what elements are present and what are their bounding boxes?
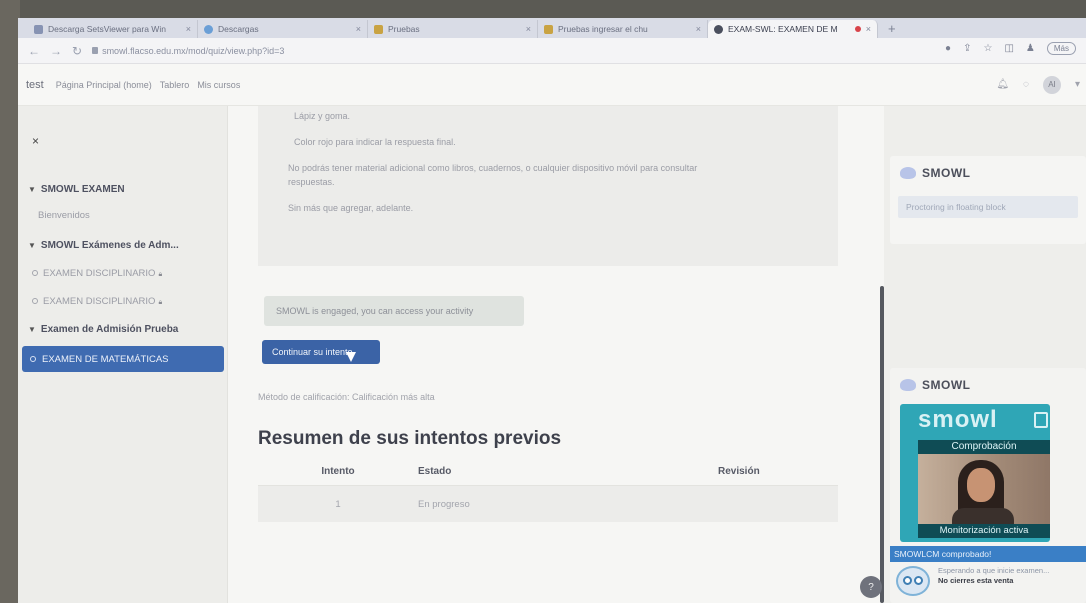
continue-attempt-button[interactable]: Continuar su intento <box>262 340 380 364</box>
nav-link-my-courses[interactable]: Mis cursos <box>197 80 240 90</box>
right-blocks: SMOWL Proctoring in floating block SMOWL… <box>884 106 1086 603</box>
recording-dot-icon <box>854 26 861 32</box>
circle-icon <box>32 298 38 304</box>
smowl-engaged-notice: SMOWL is engaged, you can access your ac… <box>264 296 524 326</box>
intro-line: respuestas. <box>288 177 335 187</box>
drawer-item-matematicas[interactable]: EXAMEN DE MATEMÁTICAS <box>22 346 224 372</box>
smowl-proctoring-block: SMOWL smowl Comprobación Monitorización … <box>890 368 1086 603</box>
lock-icon: 🔒︎ <box>158 299 163 306</box>
drawer-item-disciplinario-1[interactable]: EXAMEN DISCIPLINARIO 🔒︎ <box>32 268 162 279</box>
mouse-cursor-icon <box>346 352 356 362</box>
intro-line: Lápiz y goma. <box>294 111 351 121</box>
lock-icon: 🔒︎ <box>158 271 163 278</box>
main-content: Lápiz y goma. Color rojo para indicar la… <box>228 106 884 603</box>
profile-icon[interactable]: ♟ <box>1026 43 1035 54</box>
flacso-icon <box>374 24 383 34</box>
intro-line: Color rojo para indicar la respuesta fin… <box>294 137 456 147</box>
table-header: Intento Estado Revisión <box>258 458 838 486</box>
tab-strip: Descarga SetsViewer para Win × Descargas… <box>18 18 1086 38</box>
avatar[interactable]: AI <box>1042 75 1061 94</box>
flacso-icon <box>544 24 553 34</box>
smowl-block: SMOWL Proctoring in floating block <box>890 156 1086 244</box>
section-examen-admision[interactable]: ▼ Examen de Admisión Prueba <box>28 324 178 335</box>
smowl-icon <box>714 24 723 34</box>
chevron-down-icon: ▼ <box>28 241 36 250</box>
grading-method: Método de calificación: Calificación más… <box>258 392 435 402</box>
forward-icon[interactable]: → <box>50 44 62 58</box>
column-header: Intento <box>321 466 355 477</box>
check-label: Comprobación <box>918 440 1050 454</box>
smowl-owl-icon <box>900 167 916 179</box>
course-index-drawer: × ▼ SMOWL EXAMEN Bienvenidos ▼ SMOWL Exáme… <box>18 106 228 603</box>
browser-window: Descarga SetsViewer para Win × Descargas… <box>18 18 1086 603</box>
share-icon[interactable]: ⇪ <box>963 43 971 54</box>
owl-icon <box>896 566 930 596</box>
navbar-right: 🔔︎ ◌ AI ▾ <box>996 75 1080 94</box>
download-icon <box>204 24 213 34</box>
circle-icon <box>32 270 38 276</box>
site-navbar: test Página Principal (home) Tablero Mis… <box>18 64 1086 106</box>
chevron-down-icon: ▼ <box>28 185 36 194</box>
monitoring-label: Monitorización activa <box>918 524 1050 538</box>
chevron-down-icon[interactable]: ▾ <box>1075 79 1080 90</box>
summary-heading: Resumen de sus intentos previos <box>258 428 562 449</box>
table-row: 1 En progreso <box>258 486 838 522</box>
lock-icon <box>92 47 99 54</box>
address-bar: ← → ↻ smowl.flacso.edu.mx/mod/quiz/view.… <box>18 38 1086 64</box>
site-brand[interactable]: test <box>26 79 44 91</box>
browser-actions: ● ⇪ ☆ ◫ ♟ Más <box>945 42 1076 55</box>
close-icon[interactable]: × <box>186 24 191 34</box>
section-smowl-examenes[interactable]: ▼ SMOWL Exámenes de Adm... <box>28 240 179 251</box>
chat-icon[interactable]: ◌ <box>1023 79 1029 90</box>
section-smowl-examen[interactable]: ▼ SMOWL EXAMEN <box>28 184 125 195</box>
help-button[interactable]: ? <box>860 576 882 598</box>
column-header: Estado <box>418 466 452 477</box>
drawer-item-disciplinario-2[interactable]: EXAMEN DISCIPLINARIO 🔒︎ <box>32 296 162 307</box>
close-drawer-button[interactable]: × <box>32 134 39 148</box>
proctoring-status: Proctoring in floating block <box>898 196 1078 218</box>
photo-frame-top <box>0 0 1086 20</box>
bell-icon[interactable]: 🔔︎ <box>996 79 1009 90</box>
intro-line: No podrás tener material adicional como … <box>288 163 698 173</box>
circle-icon <box>30 356 36 362</box>
quiz-intro: Lápiz y goma. Color rojo para indicar la… <box>258 106 838 266</box>
table-cell: 1 <box>335 498 341 510</box>
column-header: Revisión <box>718 466 760 477</box>
tab-setsviewer[interactable]: Descarga SetsViewer para Win × <box>28 20 198 38</box>
smowl-wordmark: smowl <box>918 406 998 433</box>
block-title: SMOWL <box>922 378 971 392</box>
photo-frame-left <box>0 0 20 603</box>
camera-icon[interactable]: ● <box>945 43 951 54</box>
download-page-icon <box>34 24 43 34</box>
back-icon[interactable]: ← <box>28 44 40 58</box>
block-title: SMOWL <box>922 166 971 180</box>
waiting-message: Esperando a que inicie examen... No cier… <box>896 566 1086 602</box>
drawer-item-bienvenidos[interactable]: Bienvenidos <box>38 210 90 221</box>
close-icon[interactable]: × <box>696 24 701 34</box>
tab-exam-active[interactable]: EXAM-SWL: EXAMEN DE M × <box>708 20 878 38</box>
tab-pruebas-ingresar[interactable]: Pruebas ingresar el chu × <box>538 20 708 38</box>
nav-link-home[interactable]: Página Principal (home) <box>56 80 152 90</box>
close-icon[interactable]: × <box>526 24 531 34</box>
smowl-owl-icon <box>900 379 916 391</box>
nav-link-dashboard[interactable]: Tablero <box>160 80 190 90</box>
new-tab-button[interactable]: + <box>878 20 906 38</box>
webcam-widget: smowl Comprobación Monitorización activa <box>900 404 1050 542</box>
lcm-status-bar: SMOWLCM comprobado! <box>890 546 1086 562</box>
table-cell: En progreso <box>418 498 470 510</box>
tab-pruebas[interactable]: Pruebas × <box>368 20 538 38</box>
attempts-table: Intento Estado Revisión 1 En progreso <box>258 458 838 522</box>
url-field[interactable]: smowl.flacso.edu.mx/mod/quiz/view.php?id… <box>92 46 284 56</box>
chevron-down-icon: ▼ <box>28 325 36 334</box>
close-icon[interactable]: × <box>356 24 361 34</box>
webcam-feed <box>918 454 1050 524</box>
tab-downloads[interactable]: Descargas × <box>198 20 368 38</box>
close-icon[interactable]: × <box>866 24 871 34</box>
menu-icon[interactable] <box>1034 412 1048 428</box>
more-button[interactable]: Más <box>1046 42 1076 55</box>
extensions-icon[interactable]: ◫ <box>1004 43 1013 54</box>
intro-line: Sin más que agregar, adelante. <box>288 203 414 213</box>
reload-icon[interactable]: ↻ <box>72 44 82 58</box>
star-icon[interactable]: ☆ <box>983 43 992 54</box>
